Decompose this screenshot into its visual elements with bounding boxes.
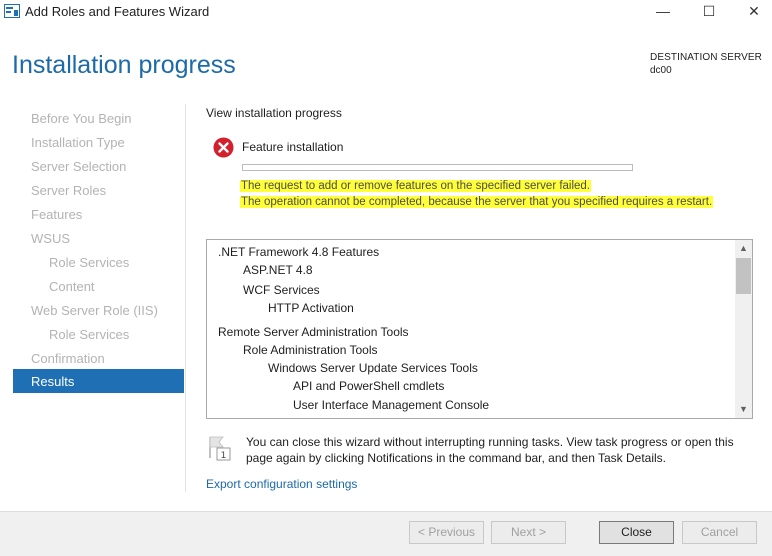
page-title: Installation progress (12, 51, 236, 79)
destination-server-label: DESTINATION SERVER (650, 52, 763, 63)
nav-item-server-roles: Server Roles (31, 183, 107, 198)
list-item: .NET Framework 4.8 Features (218, 245, 380, 259)
list-item: User Interface Management Console (293, 398, 490, 412)
maximize-button[interactable]: ☐ (686, 0, 732, 24)
list-item: ASP.NET 4.8 (243, 263, 313, 277)
list-item: Windows Server Update Services Tools (268, 361, 478, 375)
error-icon (213, 137, 234, 158)
nav-item-web-server-role: Web Server Role (IIS) (31, 303, 158, 318)
nav-item-content: Content (49, 279, 95, 294)
previous-button[interactable]: < Previous (409, 521, 484, 544)
window-close-button[interactable]: ✕ (731, 0, 772, 24)
list-item: Remote Server Administration Tools (218, 325, 409, 339)
notification-badge: 1 (221, 451, 227, 461)
scroll-down-icon[interactable]: ▼ (735, 401, 752, 418)
flag-notification-icon: 1 (209, 436, 231, 461)
section-heading: View installation progress (206, 106, 342, 120)
window-title: Add Roles and Features Wizard (25, 4, 210, 19)
list-item: WCF Services (243, 283, 320, 297)
minimize-button[interactable]: — (640, 0, 686, 24)
error-message-line-2: The operation cannot be completed, becau… (240, 196, 714, 208)
title-bar: Add Roles and Features Wizard — ☐ ✕ (0, 0, 772, 24)
destination-server-value: dc00 (650, 65, 672, 76)
features-list[interactable]: .NET Framework 4.8 Features ASP.NET 4.8 … (206, 239, 753, 419)
installation-progress-bar (242, 164, 633, 171)
nav-item-before-you-begin: Before You Begin (31, 111, 132, 126)
nav-item-wsus: WSUS (31, 231, 70, 246)
nav-item-installation-type: Installation Type (31, 135, 125, 150)
server-manager-icon (4, 4, 20, 18)
info-note: You can close this wizard without interr… (246, 435, 734, 465)
nav-item-iis-role-services: Role Services (49, 327, 130, 342)
nav-item-results-label: Results (31, 374, 75, 389)
features-scrollbar[interactable]: ▲ ▼ (735, 240, 752, 418)
nav-item-server-selection: Server Selection (31, 159, 127, 174)
export-configuration-link[interactable]: Export configuration settings (206, 477, 357, 491)
list-item: Role Administration Tools (243, 343, 378, 357)
cancel-button[interactable]: Cancel (682, 521, 757, 544)
list-item: HTTP Activation (268, 301, 354, 315)
nav-item-features: Features (31, 207, 83, 222)
next-button[interactable]: Next > (491, 521, 566, 544)
nav-item-confirmation: Confirmation (31, 351, 105, 366)
nav-item-wsus-role-services: Role Services (49, 255, 130, 270)
nav-item-results[interactable]: Results (13, 369, 184, 393)
feature-installation-label: Feature installation (242, 140, 344, 154)
nav-divider (185, 104, 186, 492)
scroll-thumb[interactable] (736, 258, 751, 294)
scroll-up-icon[interactable]: ▲ (735, 240, 752, 257)
list-item: API and PowerShell cmdlets (293, 379, 445, 393)
error-message-line-1: The request to add or remove features on… (240, 180, 592, 192)
close-button[interactable]: Close (599, 521, 674, 544)
